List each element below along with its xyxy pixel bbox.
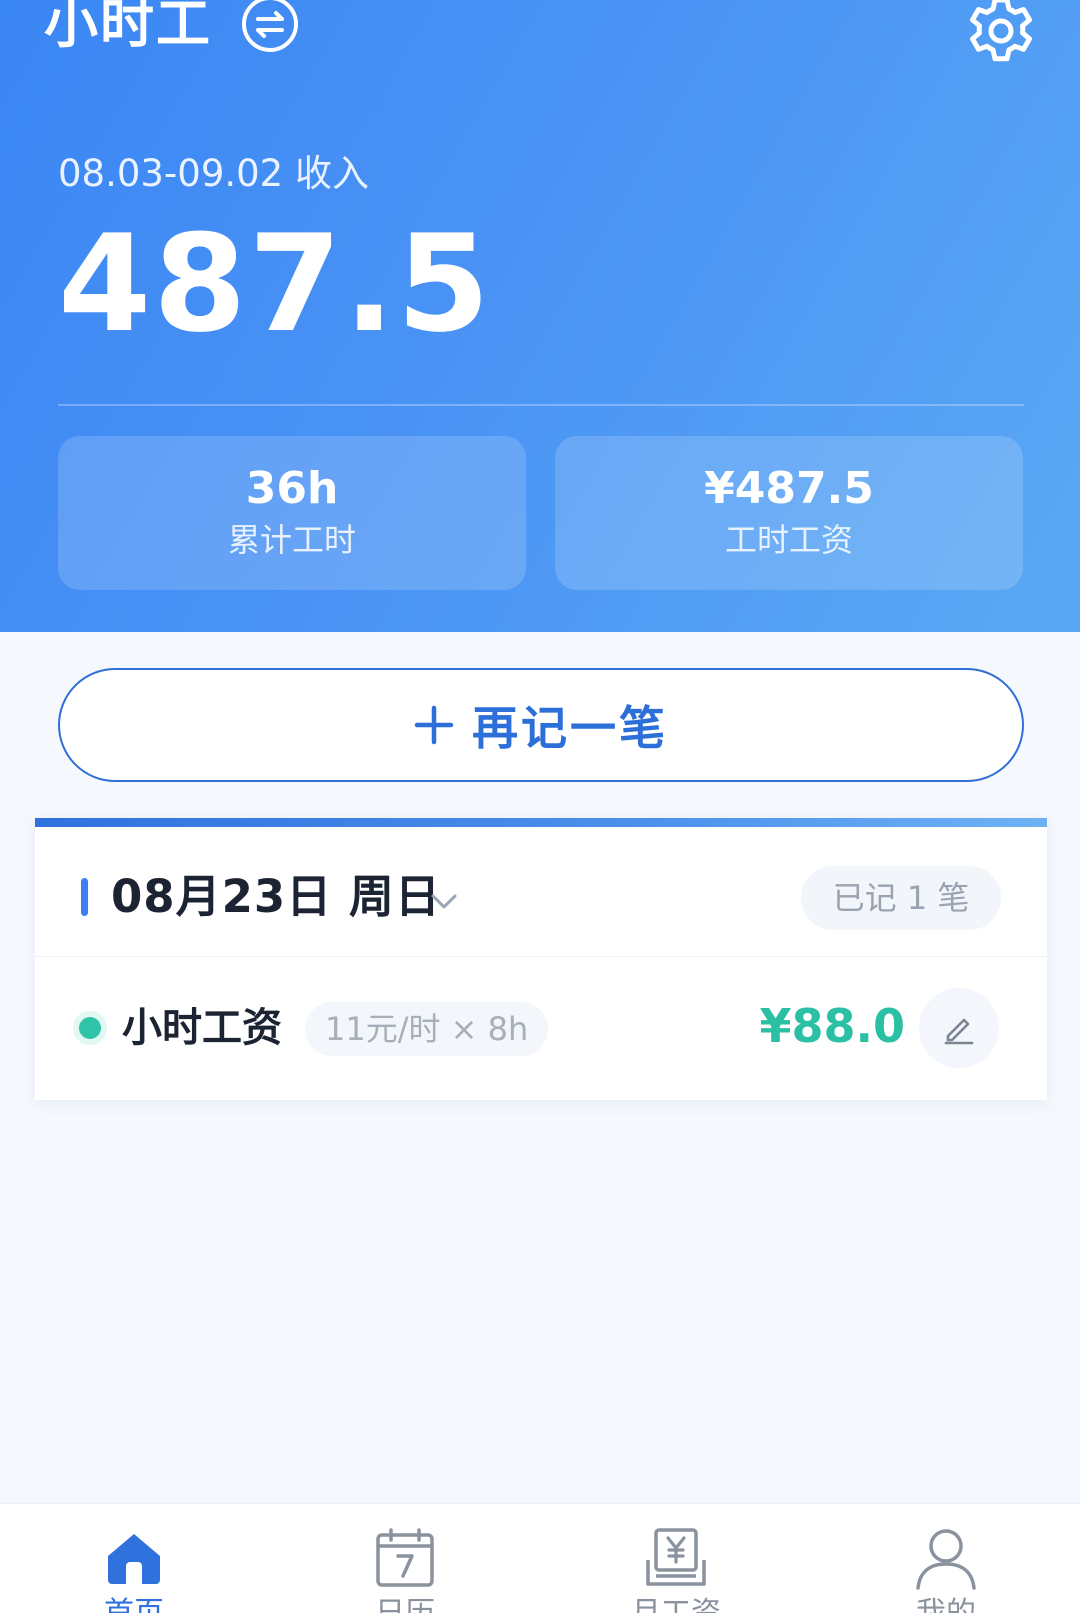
stat-hours-label: 累计工时 xyxy=(227,521,356,559)
pencil-icon xyxy=(944,1018,974,1045)
nav-label-home: 首页 xyxy=(34,1596,234,1613)
home-icon xyxy=(108,1534,160,1584)
card-accent-bar xyxy=(35,818,1047,827)
status-dot xyxy=(79,1017,101,1039)
record-count-badge: 已记 1 笔 xyxy=(801,866,1001,930)
nav-label-calendar: 日历 xyxy=(305,1596,505,1613)
app-title: 小时工 xyxy=(44,0,212,55)
day-record-card: 08月23日 周日 已记 1 笔 小时工资 11元/时 × 8h ¥88.0 xyxy=(35,818,1047,1100)
stat-wage-value: ¥487.5 xyxy=(704,463,874,514)
chevron-down-icon[interactable] xyxy=(427,884,461,918)
calendar-icon xyxy=(376,1528,434,1587)
edit-entry-button[interactable] xyxy=(919,988,999,1068)
entry-name: 小时工资 xyxy=(122,1005,282,1051)
header-divider xyxy=(58,404,1024,406)
nav-label-profile: 我的 xyxy=(846,1596,1046,1613)
plus-icon xyxy=(414,705,454,745)
stat-wage-label: 工时工资 xyxy=(724,521,853,559)
record-date[interactable]: 08月23日 周日 xyxy=(111,868,441,926)
payroll-icon xyxy=(646,1528,706,1586)
income-header: 小时工 08.03-09.02 收入 487.5 36h 累计工时 ¥487.5… xyxy=(0,0,1080,632)
nav-label-payroll: 月工资 xyxy=(576,1596,776,1613)
total-income: 487.5 xyxy=(58,206,492,362)
add-record-button[interactable]: 再记一笔 xyxy=(58,668,1024,782)
home-screen: 小时工 08.03-09.02 收入 487.5 36h 累计工时 ¥487.5… xyxy=(0,0,1080,1613)
stat-card-wage[interactable]: ¥487.5 工时工资 xyxy=(555,436,1023,590)
nav-item-payroll[interactable]: 月工资 xyxy=(576,1504,776,1613)
switch-arrows-icon[interactable] xyxy=(240,0,300,54)
stat-card-hours[interactable]: 36h 累计工时 xyxy=(58,436,526,590)
date-marker xyxy=(81,878,88,916)
nav-item-calendar[interactable]: 日历 xyxy=(305,1504,505,1613)
nav-item-home[interactable]: 首页 xyxy=(34,1504,234,1613)
bottom-nav: 首页 日历 月工资 我的 xyxy=(0,1503,1080,1613)
rate-detail-chip: 11元/时 × 8h xyxy=(305,1002,549,1056)
period-label: 08.03-09.02 收入 xyxy=(58,152,369,195)
row-divider xyxy=(35,956,1047,957)
stat-hours-value: 36h xyxy=(245,463,339,514)
profile-icon xyxy=(916,1529,976,1590)
entry-amount: ¥88.0 xyxy=(759,999,905,1053)
gear-icon[interactable] xyxy=(962,0,1040,70)
add-record-label: 再记一笔 xyxy=(472,701,668,755)
nav-item-profile[interactable]: 我的 xyxy=(846,1504,1046,1613)
